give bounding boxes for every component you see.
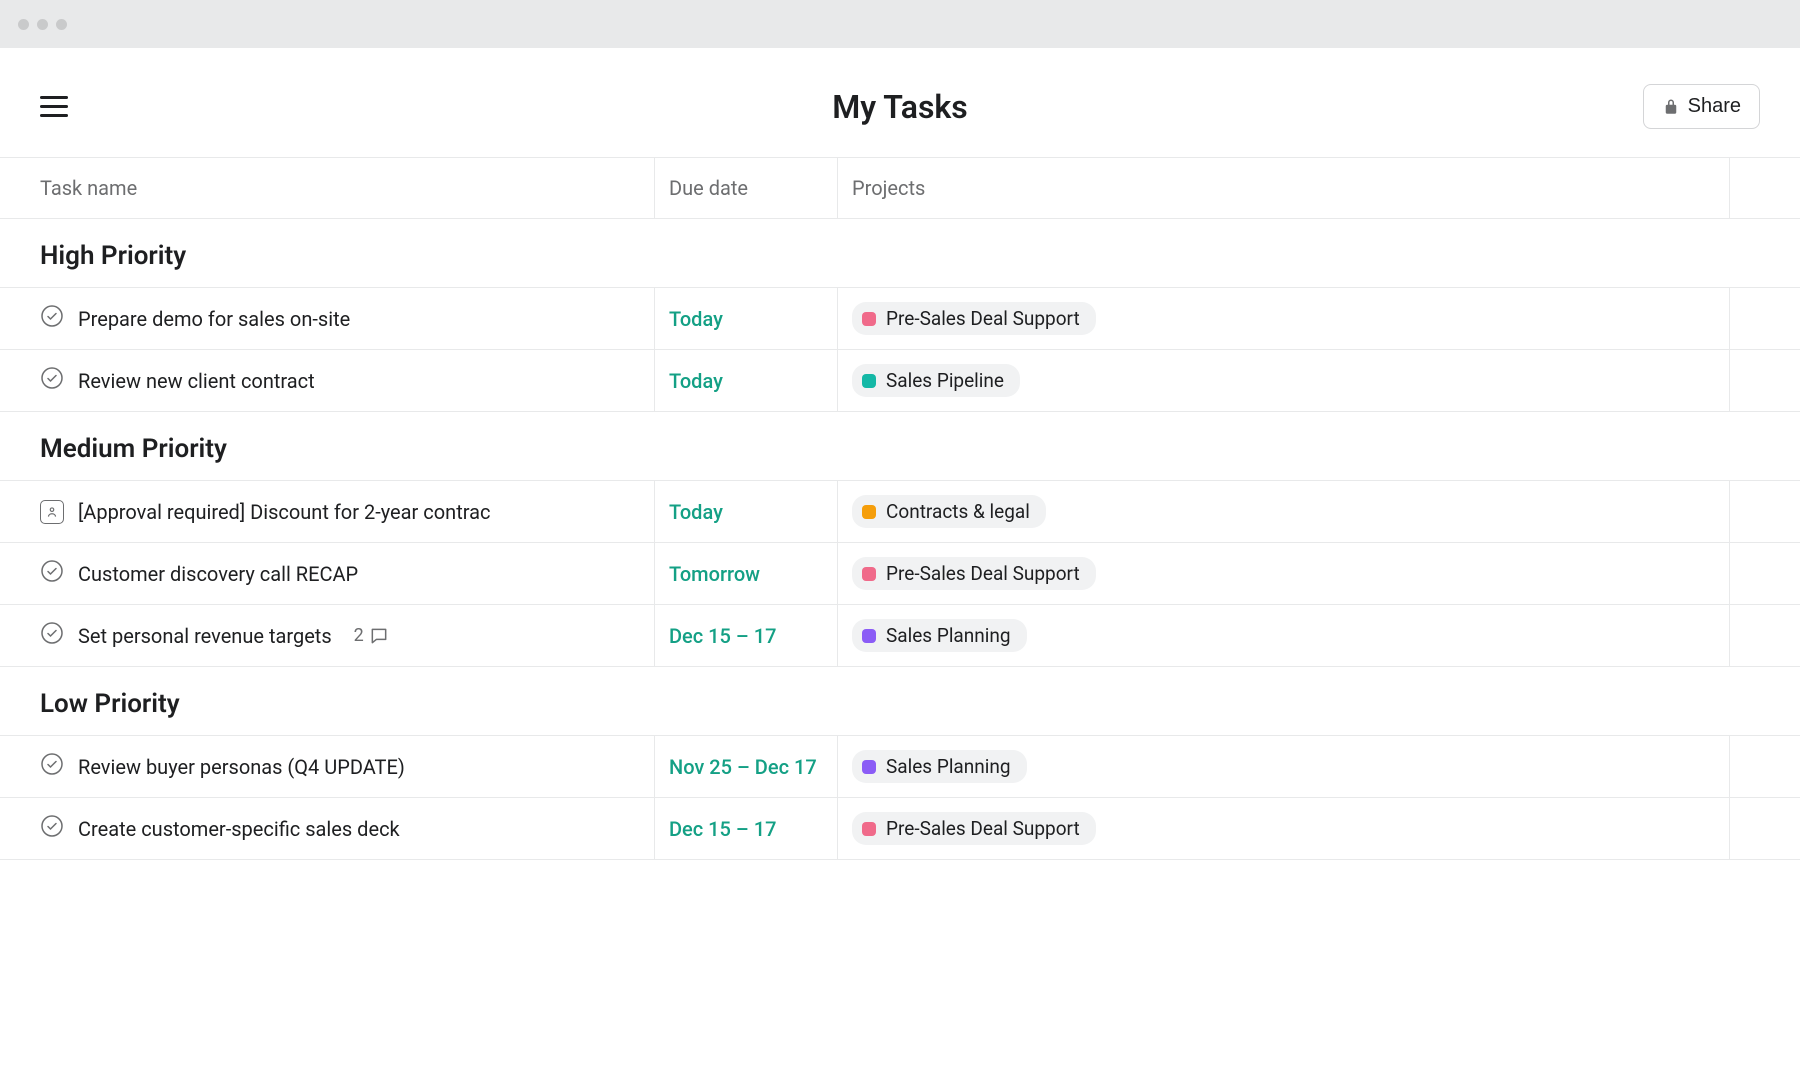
project-cell[interactable]: Sales Pipeline <box>838 350 1730 412</box>
task-table: Task name Due date Projects High Priorit… <box>0 157 1800 860</box>
project-color-dot <box>862 567 876 581</box>
project-pill[interactable]: Pre-Sales Deal Support <box>852 302 1096 335</box>
section-header[interactable]: Medium Priority <box>0 412 1800 481</box>
page-header: My Tasks Share <box>0 48 1800 157</box>
project-label: Contracts & legal <box>886 500 1030 523</box>
task-name: Set personal revenue targets <box>78 624 332 648</box>
share-button[interactable]: Share <box>1643 84 1760 129</box>
task-row[interactable]: Customer discovery call RECAP <box>0 543 655 605</box>
project-cell[interactable]: Pre-Sales Deal Support <box>838 288 1730 350</box>
project-color-dot <box>862 760 876 774</box>
task-name: Review new client contract <box>78 369 315 393</box>
project-color-dot <box>862 505 876 519</box>
task-name: Create customer-specific sales deck <box>78 817 400 841</box>
project-label: Sales Planning <box>886 755 1011 778</box>
task-row[interactable]: Review buyer personas (Q4 UPDATE) <box>0 736 655 798</box>
project-color-dot <box>862 629 876 643</box>
column-header-task-name[interactable]: Task name <box>0 158 655 219</box>
task-name: [Approval required] Discount for 2-year … <box>78 500 490 524</box>
task-name: Review buyer personas (Q4 UPDATE) <box>78 755 405 779</box>
check-circle-icon[interactable] <box>40 814 64 843</box>
project-color-dot <box>862 374 876 388</box>
column-header-projects[interactable]: Projects <box>838 158 1730 219</box>
project-cell[interactable]: Contracts & legal <box>838 481 1730 543</box>
section-header[interactable]: Low Priority <box>0 667 1800 736</box>
task-row[interactable]: [Approval required] Discount for 2-year … <box>0 481 655 543</box>
task-row[interactable]: Set personal revenue targets 2 <box>0 605 655 667</box>
window-dot <box>37 19 48 30</box>
row-extra <box>1730 288 1800 350</box>
due-date[interactable]: Today <box>655 288 838 350</box>
due-date[interactable]: Dec 15 – 17 <box>655 605 838 667</box>
window-dot <box>56 19 67 30</box>
check-circle-icon[interactable] <box>40 559 64 588</box>
task-row[interactable]: Prepare demo for sales on-site <box>0 288 655 350</box>
project-pill[interactable]: Pre-Sales Deal Support <box>852 812 1096 845</box>
comment-count: 2 <box>354 625 389 646</box>
comment-icon <box>369 626 389 646</box>
task-name: Customer discovery call RECAP <box>78 562 358 586</box>
page-title: My Tasks <box>832 88 968 126</box>
section-header[interactable]: High Priority <box>0 219 1800 288</box>
project-label: Pre-Sales Deal Support <box>886 817 1080 840</box>
column-header-extra <box>1730 158 1800 219</box>
due-date[interactable]: Nov 25 – Dec 17 <box>655 736 838 798</box>
task-row[interactable]: Create customer-specific sales deck <box>0 798 655 860</box>
project-cell[interactable]: Sales Planning <box>838 605 1730 667</box>
project-cell[interactable]: Sales Planning <box>838 736 1730 798</box>
task-name: Prepare demo for sales on-site <box>78 307 350 331</box>
due-date[interactable]: Today <box>655 350 838 412</box>
project-color-dot <box>862 822 876 836</box>
due-date[interactable]: Tomorrow <box>655 543 838 605</box>
project-label: Sales Planning <box>886 624 1011 647</box>
project-label: Sales Pipeline <box>886 369 1004 392</box>
check-circle-icon[interactable] <box>40 366 64 395</box>
window-dot <box>18 19 29 30</box>
project-label: Pre-Sales Deal Support <box>886 562 1080 585</box>
row-extra <box>1730 481 1800 543</box>
project-cell[interactable]: Pre-Sales Deal Support <box>838 543 1730 605</box>
project-pill[interactable]: Sales Planning <box>852 750 1027 783</box>
project-pill[interactable]: Contracts & legal <box>852 495 1046 528</box>
row-extra <box>1730 543 1800 605</box>
project-label: Pre-Sales Deal Support <box>886 307 1080 330</box>
column-header-due-date[interactable]: Due date <box>655 158 838 219</box>
window-titlebar <box>0 0 1800 48</box>
lock-icon <box>1662 98 1680 116</box>
menu-toggle-button[interactable] <box>40 96 68 117</box>
project-pill[interactable]: Sales Pipeline <box>852 364 1020 397</box>
approval-icon[interactable] <box>40 500 64 524</box>
row-extra <box>1730 350 1800 412</box>
row-extra <box>1730 798 1800 860</box>
check-circle-icon[interactable] <box>40 304 64 333</box>
project-color-dot <box>862 312 876 326</box>
row-extra <box>1730 736 1800 798</box>
task-row[interactable]: Review new client contract <box>0 350 655 412</box>
project-pill[interactable]: Pre-Sales Deal Support <box>852 557 1096 590</box>
row-extra <box>1730 605 1800 667</box>
due-date[interactable]: Today <box>655 481 838 543</box>
project-cell[interactable]: Pre-Sales Deal Support <box>838 798 1730 860</box>
check-circle-icon[interactable] <box>40 752 64 781</box>
check-circle-icon[interactable] <box>40 621 64 650</box>
share-label: Share <box>1688 95 1741 118</box>
due-date[interactable]: Dec 15 – 17 <box>655 798 838 860</box>
project-pill[interactable]: Sales Planning <box>852 619 1027 652</box>
